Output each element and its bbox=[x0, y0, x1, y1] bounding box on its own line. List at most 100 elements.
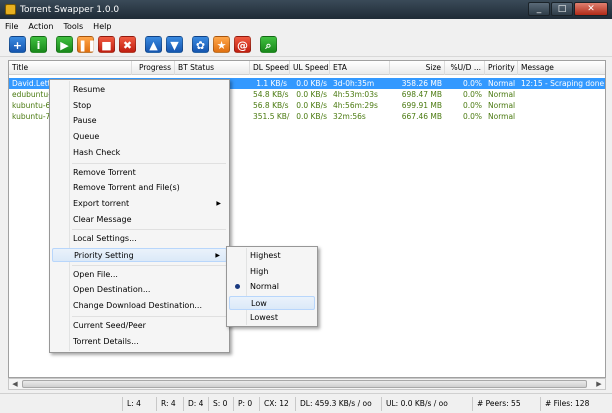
menu-separator bbox=[72, 315, 226, 317]
status-files: # Files: 128 bbox=[540, 397, 589, 411]
cell-eta: 4h:53m:03s bbox=[333, 90, 378, 99]
menu-item-stop[interactable]: Stop bbox=[52, 99, 227, 113]
cell-priority: Normal bbox=[488, 112, 516, 121]
cell-size: 699.91 MB bbox=[401, 101, 442, 110]
add-button[interactable]: + bbox=[9, 36, 26, 53]
horizontal-scrollbar[interactable]: ◀ ▶ bbox=[8, 378, 606, 390]
menu-item-label: Remove Torrent bbox=[73, 167, 136, 177]
submenu-arrow-icon: ▶ bbox=[215, 252, 220, 259]
cell-ul: 0.0 KB/s bbox=[296, 90, 327, 99]
menu-item-hash-check[interactable]: Hash Check bbox=[52, 146, 227, 160]
cell-dl: 56.8 KB/s bbox=[253, 101, 289, 110]
list-header: Title Progress BT Status DL Speed UL Spe… bbox=[9, 61, 605, 75]
cell-eta: 4h:56m:29s bbox=[333, 101, 378, 110]
minimize-button[interactable]: _ bbox=[528, 2, 550, 16]
menu-item-export-torrent[interactable]: Export torrent ▶ bbox=[52, 197, 227, 211]
scroll-left-icon[interactable]: ◀ bbox=[9, 379, 21, 389]
menu-item-local-settings[interactable]: Local Settings... bbox=[52, 232, 227, 246]
cell-ul: 0.0 KB/s bbox=[296, 101, 327, 110]
cell-ul: 0.0 KB/s bbox=[296, 112, 327, 121]
submenu-item-label: Normal bbox=[250, 282, 279, 291]
cell-dl: 54.8 KB/s bbox=[253, 90, 289, 99]
cell-dl: 1.1 KB/s bbox=[256, 79, 287, 88]
menu-item-change-download-destination[interactable]: Change Download Destination... bbox=[52, 299, 227, 313]
app-icon bbox=[5, 4, 16, 15]
cell-eta: 3d-0h:35m bbox=[333, 79, 375, 88]
menu-item-remove-torrent-and-file-s[interactable]: Remove Torrent and File(s) bbox=[52, 181, 227, 195]
move-down-button[interactable]: ▼ bbox=[166, 36, 183, 53]
cell-size: 358.26 MB bbox=[401, 79, 442, 88]
column-message[interactable]: Message bbox=[518, 61, 605, 75]
column-priority[interactable]: Priority bbox=[485, 61, 518, 75]
close-button[interactable]: ✕ bbox=[574, 2, 608, 16]
column-size[interactable]: Size bbox=[390, 61, 445, 75]
status-p: P: 0 bbox=[233, 397, 252, 411]
menu-item-label: Open Destination... bbox=[73, 285, 151, 295]
info-button[interactable]: i bbox=[30, 36, 47, 53]
submenu-item-label: Low bbox=[251, 298, 267, 308]
column-title[interactable]: Title bbox=[9, 61, 132, 75]
scroll-thumb[interactable] bbox=[22, 380, 587, 388]
menu-item-remove-torrent[interactable]: Remove Torrent bbox=[52, 166, 227, 180]
menu-help[interactable]: Help bbox=[88, 22, 116, 31]
cell-size: 698.47 MB bbox=[401, 90, 442, 99]
menu-item-pause[interactable]: Pause bbox=[52, 114, 227, 128]
status-d: D: 4 bbox=[183, 397, 203, 411]
priority-low[interactable]: Low bbox=[229, 295, 315, 310]
status-l: L: 4 bbox=[122, 397, 141, 411]
priority-high[interactable]: High bbox=[229, 265, 315, 279]
email-button[interactable]: @ bbox=[234, 36, 251, 53]
start-button[interactable]: ▶ bbox=[56, 36, 73, 53]
menu-item-torrent-details[interactable]: Torrent Details... bbox=[52, 335, 227, 349]
submenu-item-label: High bbox=[250, 266, 269, 276]
menu-item-open-file[interactable]: Open File... bbox=[52, 268, 227, 282]
menu-item-priority-setting[interactable]: Priority Setting ▶ bbox=[52, 248, 227, 262]
menu-bar: File Action Tools Help bbox=[0, 19, 612, 33]
column-progress[interactable]: Progress bbox=[132, 61, 175, 75]
menu-file[interactable]: File bbox=[0, 22, 23, 31]
column-ul-speed[interactable]: UL Speed bbox=[290, 61, 330, 75]
move-up-button[interactable]: ▲ bbox=[145, 36, 162, 53]
menu-item-current-seed-peer[interactable]: Current Seed/Peer bbox=[52, 319, 227, 333]
menu-item-label: Queue bbox=[73, 132, 100, 142]
stop-button[interactable]: ■ bbox=[98, 36, 115, 53]
priority-lowest[interactable]: Lowest bbox=[229, 311, 315, 325]
menu-item-label: Stop bbox=[73, 100, 92, 110]
pause-button[interactable]: ❚❚ bbox=[77, 36, 96, 53]
priority-submenu: Highest High Normal Low Lowest bbox=[226, 246, 318, 327]
column-ud[interactable]: %U/D ... bbox=[445, 61, 485, 75]
menu-action[interactable]: Action bbox=[23, 22, 58, 31]
menu-item-queue[interactable]: Queue bbox=[52, 130, 227, 144]
status-r: R: 4 bbox=[156, 397, 176, 411]
menu-item-label: Remove Torrent and File(s) bbox=[73, 183, 180, 193]
priority-normal[interactable]: Normal bbox=[229, 280, 315, 294]
cell-size: 667.46 MB bbox=[401, 112, 442, 121]
cell-priority: Normal bbox=[488, 79, 516, 88]
favorite-button[interactable]: ★ bbox=[213, 36, 230, 53]
network-button[interactable]: ✿ bbox=[192, 36, 209, 53]
column-eta[interactable]: ETA bbox=[330, 61, 390, 75]
submenu-item-label: Highest bbox=[250, 251, 281, 260]
radio-check-icon bbox=[235, 284, 240, 289]
menu-tools[interactable]: Tools bbox=[58, 22, 88, 31]
column-dl-speed[interactable]: DL Speed bbox=[250, 61, 290, 75]
cell-ud: 0.0% bbox=[462, 79, 482, 88]
maximize-button[interactable]: □ bbox=[551, 2, 573, 16]
menu-item-clear-message[interactable]: Clear Message bbox=[52, 213, 227, 227]
search-button[interactable]: ⌕ bbox=[260, 36, 277, 53]
status-peers: # Peers: 55 bbox=[472, 397, 521, 411]
scroll-right-icon[interactable]: ▶ bbox=[593, 379, 605, 389]
menu-item-label: Export torrent bbox=[73, 198, 130, 208]
menu-item-open-destination[interactable]: Open Destination... bbox=[52, 283, 227, 297]
menu-item-label: Change Download Destination... bbox=[73, 301, 203, 311]
column-bt-status[interactable]: BT Status bbox=[175, 61, 250, 75]
status-cx: CX: 12 bbox=[259, 397, 289, 411]
submenu-item-label: Lowest bbox=[250, 313, 278, 322]
priority-highest[interactable]: Highest bbox=[229, 249, 315, 263]
remove-button[interactable]: ✖ bbox=[119, 36, 136, 53]
cell-priority: Normal bbox=[488, 101, 516, 110]
cell-ud: 0.0% bbox=[462, 101, 482, 110]
menu-item-label: Priority Setting bbox=[74, 251, 134, 260]
menu-item-resume[interactable]: Resume bbox=[52, 83, 227, 97]
title-bar: Torrent Swapper 1.0.0 _ □ ✕ bbox=[0, 0, 612, 19]
